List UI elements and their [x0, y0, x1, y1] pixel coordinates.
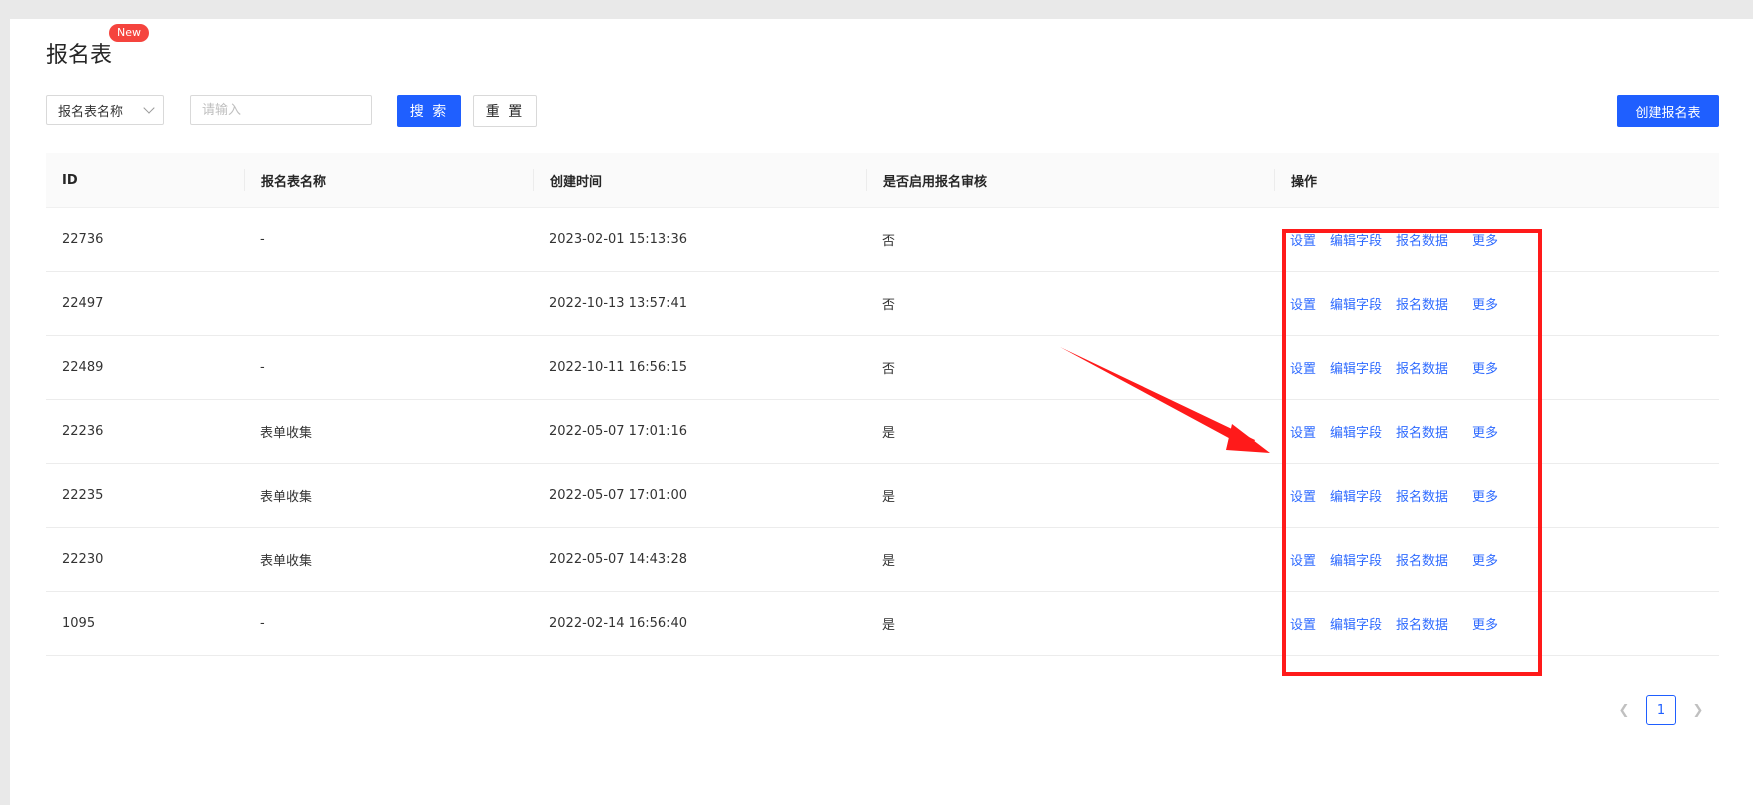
- chevron-left-icon[interactable]: ❮: [1616, 702, 1632, 718]
- edit-fields-link[interactable]: 编辑字段: [1330, 486, 1382, 505]
- cell-actions: 设置 编辑字段 报名数据 更多: [1274, 422, 1719, 441]
- cell-id: 22736: [62, 232, 104, 247]
- cell-id: 22489: [62, 360, 104, 375]
- cell-id: 22230: [62, 552, 104, 567]
- settings-link[interactable]: 设置: [1290, 230, 1316, 249]
- settings-link[interactable]: 设置: [1290, 422, 1316, 441]
- action-links: 设置 编辑字段 报名数据 更多: [1290, 358, 1719, 377]
- cell-id: 1095: [62, 616, 96, 631]
- registration-data-link[interactable]: 报名数据: [1396, 614, 1448, 633]
- header-id: ID: [62, 172, 78, 188]
- cell-name: 表单收集: [260, 554, 313, 569]
- chevron-down-icon: [143, 102, 155, 114]
- registration-data-link[interactable]: 报名数据: [1396, 294, 1448, 313]
- more-link[interactable]: 更多: [1472, 486, 1498, 505]
- cell-name: 表单收集: [260, 426, 313, 441]
- cell-review: 是: [882, 554, 896, 569]
- more-link[interactable]: 更多: [1472, 422, 1498, 441]
- action-links: 设置 编辑字段 报名数据 更多: [1290, 422, 1719, 441]
- table-header: ID 报名表名称 创建时间 是否启用报名审核 操作: [46, 153, 1719, 208]
- settings-link[interactable]: 设置: [1290, 550, 1316, 569]
- edit-fields-link[interactable]: 编辑字段: [1330, 230, 1382, 249]
- more-link[interactable]: 更多: [1472, 358, 1498, 377]
- cell-name: -: [260, 616, 265, 631]
- more-link[interactable]: 更多: [1472, 294, 1498, 313]
- cell-id: 22236: [62, 424, 104, 439]
- cell-actions: 设置 编辑字段 报名数据 更多: [1274, 550, 1719, 569]
- title-area: 报名表 New: [46, 24, 149, 71]
- settings-link[interactable]: 设置: [1290, 294, 1316, 313]
- more-link[interactable]: 更多: [1472, 550, 1498, 569]
- cell-review: 是: [882, 426, 896, 441]
- cell-review: 是: [882, 490, 896, 505]
- edit-fields-link[interactable]: 编辑字段: [1330, 550, 1382, 569]
- cell-review: 否: [882, 298, 896, 313]
- action-links: 设置 编辑字段 报名数据 更多: [1290, 294, 1719, 313]
- cell-created: 2022-02-14 16:56:40: [549, 616, 688, 631]
- more-link[interactable]: 更多: [1472, 614, 1498, 633]
- edit-fields-link[interactable]: 编辑字段: [1330, 294, 1382, 313]
- page-number-button[interactable]: 1: [1646, 695, 1676, 725]
- table-row: 22230 表单收集 2022-05-07 14:43:28 是 设置 编辑字段 报名数据 更…: [46, 528, 1719, 592]
- cell-created: 2022-10-11 16:56:15: [549, 360, 688, 375]
- cell-id: 22497: [62, 296, 104, 311]
- cell-name: 表单收集: [260, 490, 313, 505]
- edit-fields-link[interactable]: 编辑字段: [1330, 358, 1382, 377]
- table-row: 1095 - 2022-02-14 16:56:40 是 设置 编辑字段 报名数据 更多: [46, 592, 1719, 656]
- registration-data-link[interactable]: 报名数据: [1396, 230, 1448, 249]
- search-input[interactable]: [190, 95, 372, 125]
- registration-data-link[interactable]: 报名数据: [1396, 422, 1448, 441]
- reset-button[interactable]: 重 置: [473, 95, 537, 127]
- registration-data-link[interactable]: 报名数据: [1396, 486, 1448, 505]
- edit-fields-link[interactable]: 编辑字段: [1330, 422, 1382, 441]
- cell-review: 是: [882, 618, 896, 633]
- header-actions: 操作: [1274, 169, 1719, 191]
- cell-created: 2022-05-07 17:01:00: [549, 488, 688, 503]
- more-link[interactable]: 更多: [1472, 230, 1498, 249]
- action-links: 设置 编辑字段 报名数据 更多: [1290, 230, 1719, 249]
- settings-link[interactable]: 设置: [1290, 358, 1316, 377]
- cell-actions: 设置 编辑字段 报名数据 更多: [1274, 614, 1719, 633]
- registration-data-link[interactable]: 报名数据: [1396, 358, 1448, 377]
- action-links: 设置 编辑字段 报名数据 更多: [1290, 486, 1719, 505]
- filter-field-select-value: 报名表名称: [58, 104, 124, 120]
- cell-actions: 设置 编辑字段 报名数据 更多: [1274, 230, 1719, 249]
- header-created: 创建时间: [533, 169, 866, 191]
- cell-actions: 设置 编辑字段 报名数据 更多: [1274, 486, 1719, 505]
- cell-actions: 设置 编辑字段 报名数据 更多: [1274, 294, 1719, 313]
- header-name: 报名表名称: [244, 169, 533, 191]
- forms-table: ID 报名表名称 创建时间 是否启用报名审核 操作 22736 - 2023-02-…: [46, 153, 1719, 656]
- table-row: 22236 表单收集 2022-05-07 17:01:16 是 设置 编辑字段 报名数据 更…: [46, 400, 1719, 464]
- settings-link[interactable]: 设置: [1290, 486, 1316, 505]
- cell-actions: 设置 编辑字段 报名数据 更多: [1274, 358, 1719, 377]
- table-body: 22736-2023-02-01 15:13:36 否设置 编辑字段 报名数据 更多 22…: [46, 208, 1719, 656]
- cell-review: 否: [882, 234, 896, 249]
- cell-created: 2022-05-07 17:01:16: [549, 424, 688, 439]
- cell-created: 2022-05-07 14:43:28: [549, 552, 688, 567]
- create-form-button[interactable]: 创建报名表: [1617, 95, 1719, 127]
- header-review: 是否启用报名审核: [866, 169, 1274, 191]
- cell-created: 2023-02-01 15:13:36: [549, 232, 688, 247]
- table-row: 22235 表单收集 2022-05-07 17:01:00 是 设置 编辑字段 报名数据 更…: [46, 464, 1719, 528]
- search-button[interactable]: 搜 索: [397, 95, 461, 127]
- table-row: 22497 2022-10-13 13:57:41 否 设置 编辑字段 报名数据 更多: [46, 272, 1719, 336]
- settings-link[interactable]: 设置: [1290, 614, 1316, 633]
- cell-created: 2022-10-13 13:57:41: [549, 296, 688, 311]
- new-badge: New: [109, 24, 149, 42]
- chevron-right-icon[interactable]: ❯: [1690, 702, 1706, 718]
- cell-name: -: [260, 232, 265, 247]
- cell-review: 否: [882, 362, 896, 377]
- action-links: 设置 编辑字段 报名数据 更多: [1290, 614, 1719, 633]
- action-links: 设置 编辑字段 报名数据 更多: [1290, 550, 1719, 569]
- cell-name: -: [260, 360, 265, 375]
- pagination: ❮ 1 ❯: [1616, 695, 1706, 725]
- registration-data-link[interactable]: 报名数据: [1396, 550, 1448, 569]
- table-row: 22489 - 2022-10-11 16:56:15 否 设置 编辑字段 报名数据 更多: [46, 336, 1719, 400]
- cell-id: 22235: [62, 488, 104, 503]
- table-row: 22736 - 2023-02-01 15:13:36 否 设置 编辑字段 报名数据 更多: [46, 208, 1719, 272]
- edit-fields-link[interactable]: 编辑字段: [1330, 614, 1382, 633]
- filter-field-select[interactable]: 报名表名称: [46, 95, 164, 125]
- page-title: 报名表: [46, 43, 113, 68]
